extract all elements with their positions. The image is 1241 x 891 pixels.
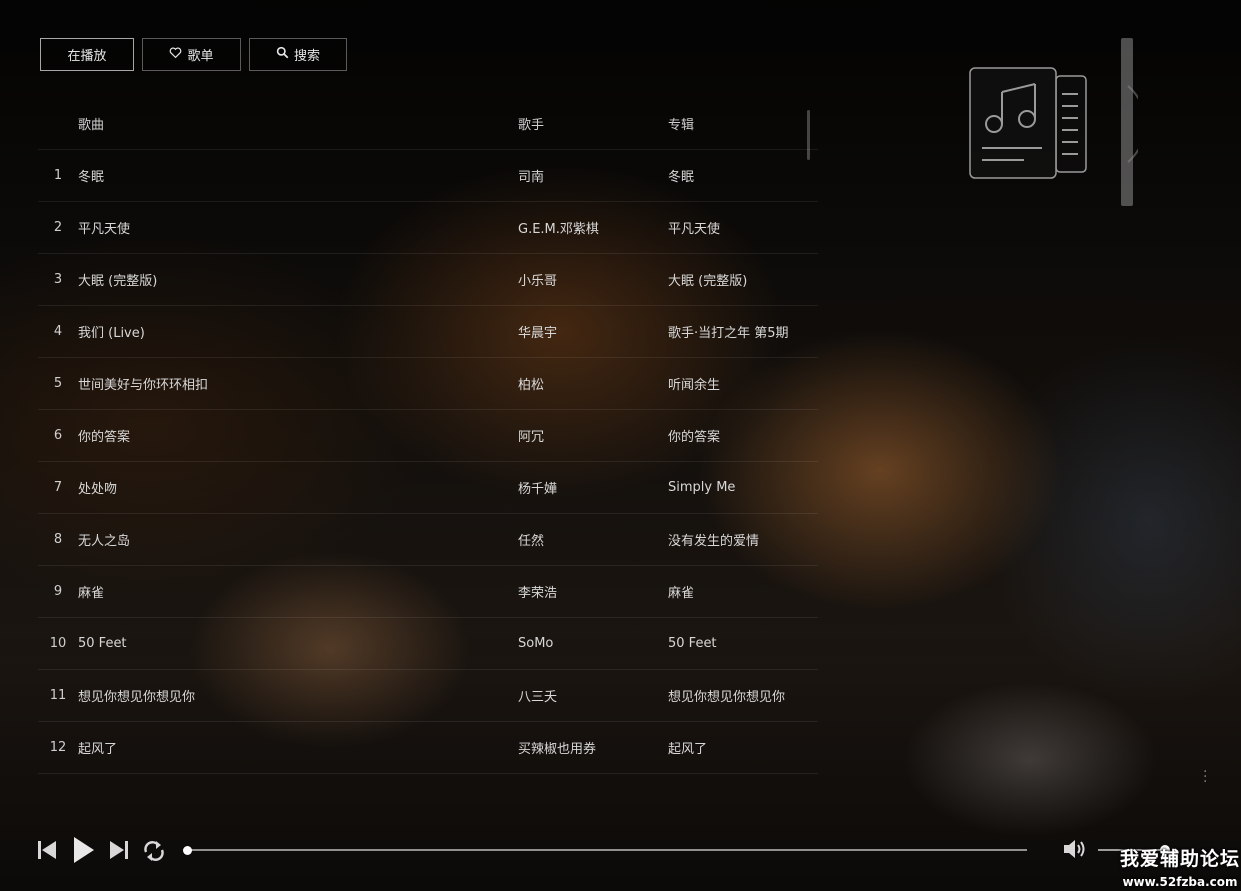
song-row[interactable]: 4我们 (Live)华晨宇歌手·当打之年 第5期: [38, 306, 818, 358]
song-number: 11: [38, 688, 78, 703]
tab-search[interactable]: 搜索: [249, 38, 347, 71]
tab-now-playing-label: 在播放: [67, 45, 106, 64]
play-icon[interactable]: [72, 836, 96, 868]
tab-playlist[interactable]: 歌单: [142, 38, 241, 71]
song-title: 冬眠: [78, 166, 518, 185]
song-row[interactable]: 1冬眠司南冬眠: [38, 150, 818, 202]
tab-search-label: 搜索: [294, 45, 320, 64]
player-bar: [0, 830, 1241, 870]
tab-bar: 在播放 歌单 搜索: [40, 38, 347, 71]
song-title: 50 Feet: [78, 636, 518, 651]
next-icon[interactable]: [108, 839, 130, 865]
song-row[interactable]: 5世间美好与你环环相扣柏松听闻余生: [38, 358, 818, 410]
watermark: 我爱辅助论坛 www.52fzba.com: [1120, 844, 1240, 889]
song-number: 4: [38, 324, 78, 339]
song-artist: 任然: [518, 530, 668, 549]
song-title: 世间美好与你环环相扣: [78, 374, 518, 393]
song-title: 无人之岛: [78, 530, 518, 549]
song-row[interactable]: 3大眠 (完整版)小乐哥大眠 (完整版): [38, 254, 818, 306]
header-song: 歌曲: [78, 114, 518, 133]
song-number: 7: [38, 480, 78, 495]
song-number: 5: [38, 376, 78, 391]
song-number: 1: [38, 168, 78, 183]
song-album: 听闻余生: [668, 374, 818, 393]
song-number: 3: [38, 272, 78, 287]
song-artist: 杨千嬅: [518, 478, 668, 497]
song-row[interactable]: 11想见你想见你想见你八三夭想见你想见你想见你: [38, 670, 818, 722]
more-icon[interactable]: ···: [1203, 770, 1207, 785]
song-title: 麻雀: [78, 582, 518, 601]
song-title: 平凡天使: [78, 218, 518, 237]
song-row[interactable]: 7处处吻杨千嬅Simply Me: [38, 462, 818, 514]
song-artist: 司南: [518, 166, 668, 185]
watermark-title: 我爱辅助论坛: [1120, 844, 1240, 871]
music-file-icon: [968, 66, 1138, 182]
song-title: 处处吻: [78, 478, 518, 497]
song-artist: 阿冗: [518, 426, 668, 445]
song-row[interactable]: 1050 FeetSoMo50 Feet: [38, 618, 818, 670]
song-album: Simply Me: [668, 480, 818, 495]
song-title: 大眠 (完整版): [78, 270, 518, 289]
song-list: 歌曲 歌手 专辑 1冬眠司南冬眠2平凡天使G.E.M.邓紫棋平凡天使3大眠 (完…: [38, 98, 818, 790]
volume-icon[interactable]: [1062, 837, 1088, 865]
song-number: 9: [38, 584, 78, 599]
song-row[interactable]: 8无人之岛任然没有发生的爱情: [38, 514, 818, 566]
song-artist: 李荣浩: [518, 582, 668, 601]
prev-icon[interactable]: [36, 839, 58, 865]
song-number: 2: [38, 220, 78, 235]
header-album: 专辑: [668, 114, 818, 133]
progress-knob[interactable]: [183, 846, 192, 855]
song-row[interactable]: 12起风了买辣椒也用券起风了: [38, 722, 818, 774]
song-title: 我们 (Live): [78, 322, 518, 341]
song-artist: 八三夭: [518, 686, 668, 705]
song-artist: SoMo: [518, 636, 668, 651]
song-title: 想见你想见你想见你: [78, 686, 518, 705]
watermark-url: www.52fzba.com: [1120, 875, 1240, 889]
song-album: 麻雀: [668, 582, 818, 601]
song-number: 12: [38, 740, 78, 755]
song-row[interactable]: 2平凡天使G.E.M.邓紫棋平凡天使: [38, 202, 818, 254]
song-number: 6: [38, 428, 78, 443]
repeat-icon[interactable]: [142, 840, 166, 866]
song-album: 你的答案: [668, 426, 818, 445]
song-album: 冬眠: [668, 166, 818, 185]
song-title: 你的答案: [78, 426, 518, 445]
song-artist: 小乐哥: [518, 270, 668, 289]
header-artist: 歌手: [518, 114, 668, 133]
tab-playlist-label: 歌单: [187, 45, 213, 64]
song-album: 大眠 (完整版): [668, 270, 818, 289]
song-album: 起风了: [668, 738, 818, 757]
song-number: 10: [38, 636, 78, 651]
song-number: 8: [38, 532, 78, 547]
song-album: 歌手·当打之年 第5期: [668, 322, 818, 341]
song-album: 平凡天使: [668, 218, 818, 237]
song-row[interactable]: 6你的答案阿冗你的答案: [38, 410, 818, 462]
song-album: 想见你想见你想见你: [668, 686, 818, 705]
song-row[interactable]: 9麻雀李荣浩麻雀: [38, 566, 818, 618]
progress-bar[interactable]: [187, 849, 1027, 851]
song-artist: G.E.M.邓紫棋: [518, 218, 668, 237]
search-icon: [276, 46, 289, 63]
song-album: 没有发生的爱情: [668, 530, 818, 549]
song-artist: 柏松: [518, 374, 668, 393]
song-album: 50 Feet: [668, 636, 818, 651]
song-row[interactable]: 13追陈壹千追: [38, 774, 818, 790]
song-title: 起风了: [78, 738, 518, 757]
album-cover[interactable]: [968, 66, 1138, 186]
list-scrollbar[interactable]: [807, 110, 810, 160]
song-artist: 华晨宇: [518, 322, 668, 341]
heart-icon: [169, 46, 182, 63]
song-artist: 买辣椒也用券: [518, 738, 668, 757]
song-list-header: 歌曲 歌手 专辑: [38, 98, 818, 150]
volume-slider-vertical[interactable]: [1121, 38, 1133, 206]
tab-now-playing[interactable]: 在播放: [40, 38, 134, 71]
